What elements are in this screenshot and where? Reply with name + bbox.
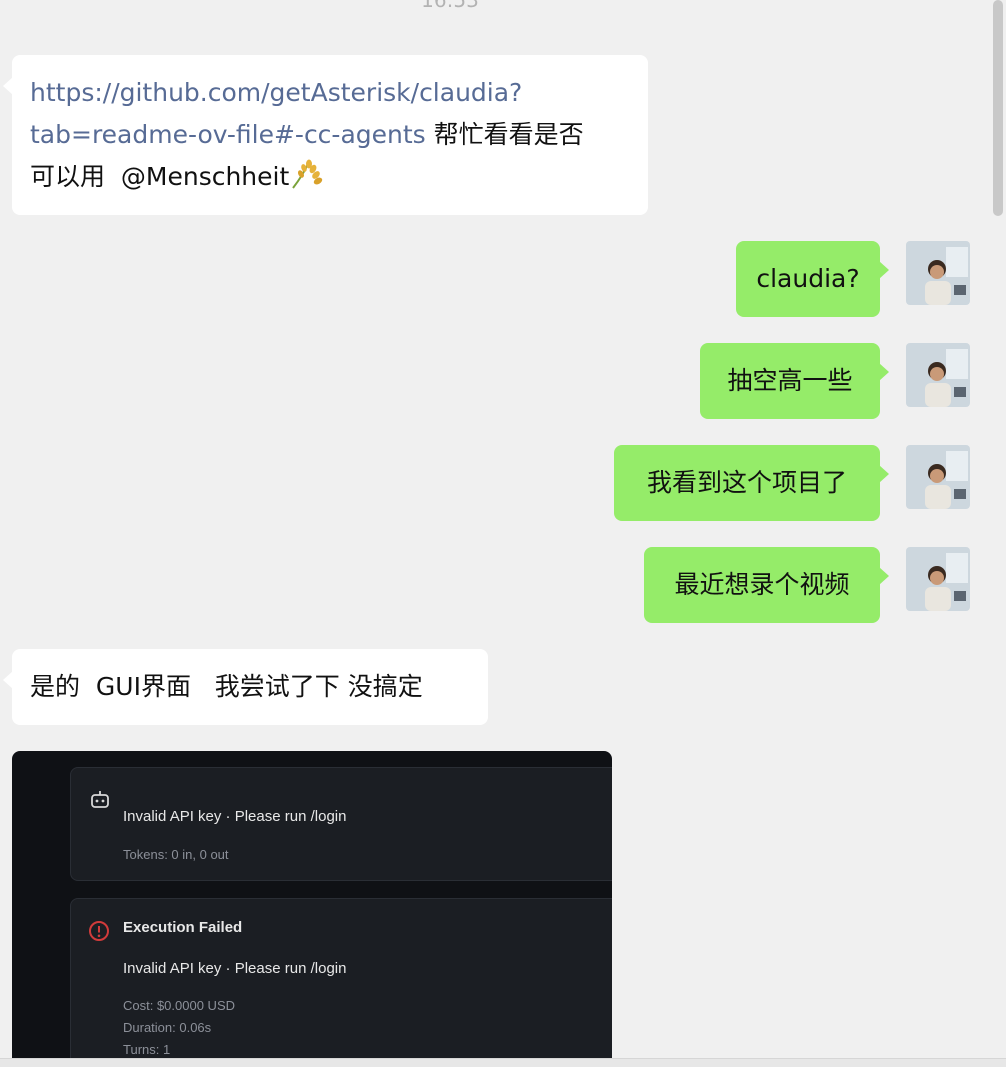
- message-line: 可以用 @Menschheit: [30, 156, 630, 198]
- message-text: 最近想录个视频: [674, 570, 850, 599]
- incoming-message-link[interactable]: https://github.com/getAsterisk/claudia? …: [3, 55, 648, 215]
- user-avatar[interactable]: [906, 241, 970, 305]
- scrollbar[interactable]: [992, 0, 1006, 1066]
- message-text: claudia?: [756, 264, 860, 293]
- card-turns: Turns: 1: [123, 1042, 171, 1057]
- avatar-photo-icon: [906, 445, 970, 509]
- message-text: 帮忙看看是否: [433, 120, 584, 149]
- rice-ear-icon: [292, 159, 323, 189]
- card-cost: Cost: $0.0000 USD: [123, 998, 236, 1013]
- message-line: https://github.com/getAsterisk/claudia?: [30, 72, 630, 114]
- message-timestamp: 16:53: [421, 0, 479, 12]
- message-text: 可以用 @Menschheit: [30, 162, 290, 191]
- error-result-card: Execution Failed Invalid API key · Pleas…: [70, 898, 612, 1066]
- avatar-photo-icon: [906, 547, 970, 611]
- card-message: Invalid API key · Please run /login: [123, 960, 347, 977]
- user-avatar[interactable]: [906, 445, 970, 509]
- message-link[interactable]: tab=readme-ov-file#-cc-agents: [30, 120, 426, 149]
- message-line: tab=readme-ov-file#-cc-agents 帮忙看看是否: [30, 114, 630, 156]
- user-avatar[interactable]: [906, 343, 970, 407]
- avatar-photo-icon: [906, 241, 970, 305]
- user-avatar[interactable]: [906, 547, 970, 611]
- outgoing-message[interactable]: claudia?: [736, 241, 889, 317]
- error-circle-icon: [89, 921, 109, 941]
- image-message[interactable]: Invalid API key · Please run /login Toke…: [12, 751, 612, 1066]
- message-text: 我看到这个项目了: [646, 468, 847, 497]
- card-duration: Duration: 0.06s: [123, 1020, 212, 1035]
- outgoing-message[interactable]: 抽空高一些: [700, 343, 889, 419]
- incoming-message[interactable]: 是的 GUI界面 我尝试了下 没搞定: [3, 649, 488, 725]
- bot-icon: [91, 791, 109, 808]
- outgoing-message[interactable]: 最近想录个视频: [644, 547, 889, 623]
- card-tokens: Tokens: 0 in, 0 out: [123, 847, 229, 862]
- scrollbar-thumb[interactable]: [993, 0, 1003, 216]
- card-message: Invalid API key · Please run /login: [123, 808, 347, 825]
- card-title: Execution Failed: [123, 919, 243, 936]
- message-text: 抽空高一些: [727, 366, 853, 395]
- outgoing-message[interactable]: 我看到这个项目了: [614, 445, 889, 521]
- message-text: 是的 GUI界面 我尝试了下 没搞定: [30, 672, 423, 701]
- assistant-message-card: Invalid API key · Please run /login Toke…: [70, 767, 612, 881]
- avatar-photo-icon: [906, 343, 970, 407]
- message-link[interactable]: https://github.com/getAsterisk/claudia?: [30, 78, 522, 107]
